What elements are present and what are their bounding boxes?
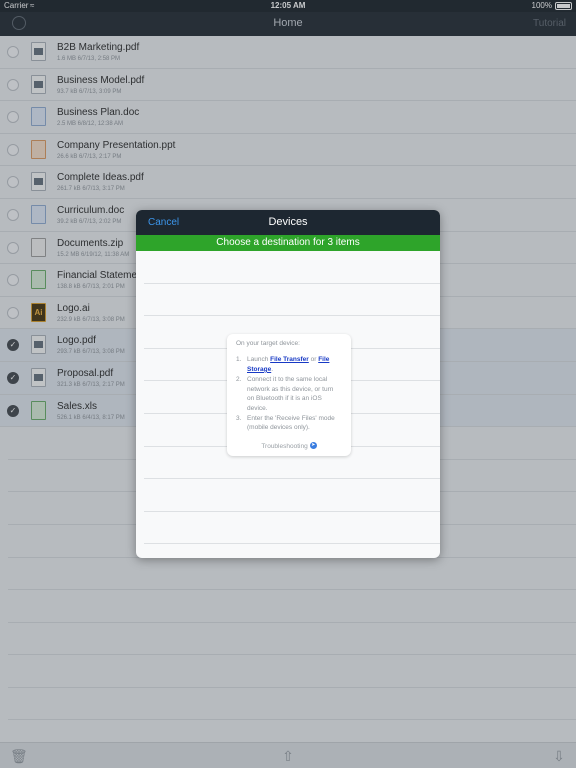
dialog-title: Devices <box>268 216 308 228</box>
file-transfer-link[interactable]: File Transfer <box>270 356 309 363</box>
troubleshooting-link[interactable]: Troubleshooting ➤ <box>227 442 351 451</box>
destination-banner: Choose a destination for 3 items <box>136 235 440 251</box>
dialog-header: Cancel Devices <box>136 210 440 235</box>
arrow-right-icon: ➤ <box>309 442 317 450</box>
devices-dialog: Cancel Devices Choose a destination for … <box>136 210 440 558</box>
instructions-heading: On your target device: <box>236 340 300 347</box>
instruction-step-2: 2. Connect it to the same local network a… <box>236 376 334 412</box>
instructions-card: On your target device: 1. Launch File Tra… <box>227 334 351 456</box>
instruction-step-3: 3. Enter the 'Receive Files' mode (mobile… <box>236 414 335 432</box>
instructions-list: 1. Launch File Transfer or File Storage. … <box>236 355 342 432</box>
instruction-step-1: 1. Launch File Transfer or File Storage. <box>236 356 330 373</box>
